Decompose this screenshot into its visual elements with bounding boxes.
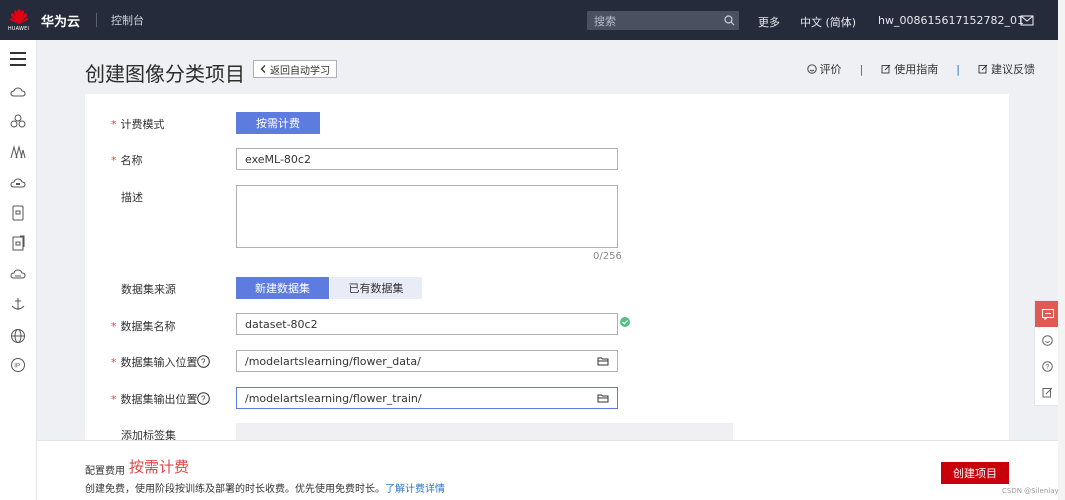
user-guide-link[interactable]: 使用指南 xyxy=(881,61,938,77)
dataset-input-path-label: * 数据集输入位置 xyxy=(111,356,198,369)
svg-text:IP: IP xyxy=(14,364,20,370)
floating-toolbar: ? xyxy=(1034,300,1060,406)
language-selector[interactable]: 中文 (简体) xyxy=(800,14,856,30)
chat-icon xyxy=(1041,308,1054,320)
divider: | xyxy=(956,62,960,76)
mail-icon[interactable] xyxy=(1020,13,1034,27)
new-dataset-option[interactable]: 新建数据集 xyxy=(236,277,329,299)
page-title: 创建图像分类项目 xyxy=(85,62,245,86)
feedback-icon xyxy=(978,64,988,74)
billing-mode-label: * 计费模式 xyxy=(111,118,165,131)
smiley-icon xyxy=(806,64,817,74)
description-label: 描述 xyxy=(121,191,143,204)
server-icon[interactable] xyxy=(10,205,26,221)
edit-button[interactable] xyxy=(1035,379,1060,405)
folder-icon[interactable] xyxy=(597,392,609,404)
page-scrollbar[interactable] xyxy=(1058,0,1065,500)
divider: | xyxy=(859,62,864,76)
svg-text:?: ? xyxy=(1045,364,1049,371)
dataset-output-path-value: /modelartslearning/flower_train/ xyxy=(245,391,422,405)
menu-icon[interactable] xyxy=(10,52,26,70)
huawei-logo[interactable]: HUAWEI xyxy=(0,0,37,40)
header-links: 评价 | 使用指南 | 建议反馈 xyxy=(806,61,1035,77)
rating-link-label: 评价 xyxy=(819,63,842,76)
dataset-input-path-value: /modelartslearning/flower_data/ xyxy=(245,354,421,368)
pricing-details-link[interactable]: 了解计费详情 xyxy=(385,484,445,495)
cloud-icon[interactable] xyxy=(10,84,26,100)
dataset-name-label: * 数据集名称 xyxy=(111,320,176,333)
user-account-menu[interactable]: hw_008615617152782_01 xyxy=(878,14,1024,27)
folder-icon[interactable] xyxy=(597,355,609,367)
help-button[interactable]: ? xyxy=(1035,353,1060,379)
name-label: * 名称 xyxy=(111,154,143,167)
dataset-output-path-label: * 数据集输出位置 xyxy=(111,393,198,406)
feedback-link[interactable]: 建议反馈 xyxy=(978,61,1035,77)
edit-icon xyxy=(1042,387,1053,397)
name-input[interactable]: exeML-80c2 xyxy=(236,148,618,170)
cluster-icon[interactable] xyxy=(10,113,26,129)
chevron-left-icon xyxy=(260,65,266,73)
brand-name[interactable]: 华为云 xyxy=(41,11,80,30)
svg-text:?: ? xyxy=(201,358,206,367)
huawei-flower-icon xyxy=(9,8,28,24)
back-button-label: 返回自动学习 xyxy=(270,65,330,77)
edit-icon xyxy=(881,64,891,74)
fee-description: 创建免费，使用阶段按训练及部署的时长收费。优先使用免费时长。了解计费详情 xyxy=(85,484,445,495)
create-project-form: * 计费模式 按需计费 * 名称 exeML-80c2 描述 0/256 数据集来源… xyxy=(85,94,1009,454)
search-input[interactable]: 搜索 xyxy=(594,13,719,29)
dataset-input-path-field[interactable]: /modelartslearning/flower_data/ xyxy=(236,350,618,372)
existing-dataset-option[interactable]: 已有数据集 xyxy=(330,277,422,299)
smiley-icon xyxy=(1042,334,1053,346)
cloud-service-icon[interactable] xyxy=(10,266,26,282)
cloud-storage-icon[interactable] xyxy=(10,175,26,191)
logo-text: HUAWEI xyxy=(7,25,30,32)
search-box[interactable]: 搜索 xyxy=(587,11,739,30)
console-link[interactable]: 控制台 xyxy=(111,12,144,28)
fee-value: 按需计费 xyxy=(129,458,190,476)
smile-feedback-button[interactable] xyxy=(1035,327,1060,353)
bottom-action-bar: 配置费用 按需计费 创建免费，使用阶段按训练及部署的时长收费。优先使用免费时长。… xyxy=(37,440,1058,500)
anchor-icon[interactable] xyxy=(10,296,26,312)
ip-icon[interactable]: IP xyxy=(10,357,26,373)
dataset-source-label: 数据集来源 xyxy=(121,283,176,296)
valid-check-icon xyxy=(620,317,630,327)
help-icon[interactable]: ? xyxy=(197,355,210,368)
document-icon[interactable] xyxy=(10,235,26,251)
chat-button[interactable] xyxy=(1035,301,1060,327)
billing-on-demand-button[interactable]: 按需计费 xyxy=(236,112,320,134)
back-to-automl-button[interactable]: 返回自动学习 xyxy=(253,60,337,78)
fee-label: 配置费用 xyxy=(85,466,125,477)
help-icon: ? xyxy=(1042,360,1053,372)
dataset-output-path-field[interactable]: /modelartslearning/flower_train/ xyxy=(236,387,618,409)
divider xyxy=(96,13,98,27)
modelarts-icon[interactable] xyxy=(10,144,26,160)
feedback-label: 建议反馈 xyxy=(991,63,1035,76)
description-char-counter: 0/256 xyxy=(593,251,622,262)
create-project-button[interactable]: 创建项目 xyxy=(941,462,1009,484)
more-menu[interactable]: 更多 xyxy=(758,14,780,30)
help-icon[interactable]: ? xyxy=(197,392,210,405)
service-sidebar: IP xyxy=(0,40,37,500)
watermark: CSDN @Silenlay xyxy=(1002,487,1059,495)
user-guide-label: 使用指南 xyxy=(894,63,939,76)
svg-text:?: ? xyxy=(201,395,206,404)
description-textarea[interactable] xyxy=(236,185,618,248)
search-icon[interactable] xyxy=(719,11,739,30)
rating-link[interactable]: 评价 xyxy=(806,61,842,77)
globe-icon[interactable] xyxy=(10,328,26,344)
top-navigation-bar: HUAWEI 华为云 控制台 搜索 更多 中文 (简体) hw_00861561… xyxy=(0,0,1058,40)
dataset-name-input[interactable]: dataset-80c2 xyxy=(236,313,618,335)
